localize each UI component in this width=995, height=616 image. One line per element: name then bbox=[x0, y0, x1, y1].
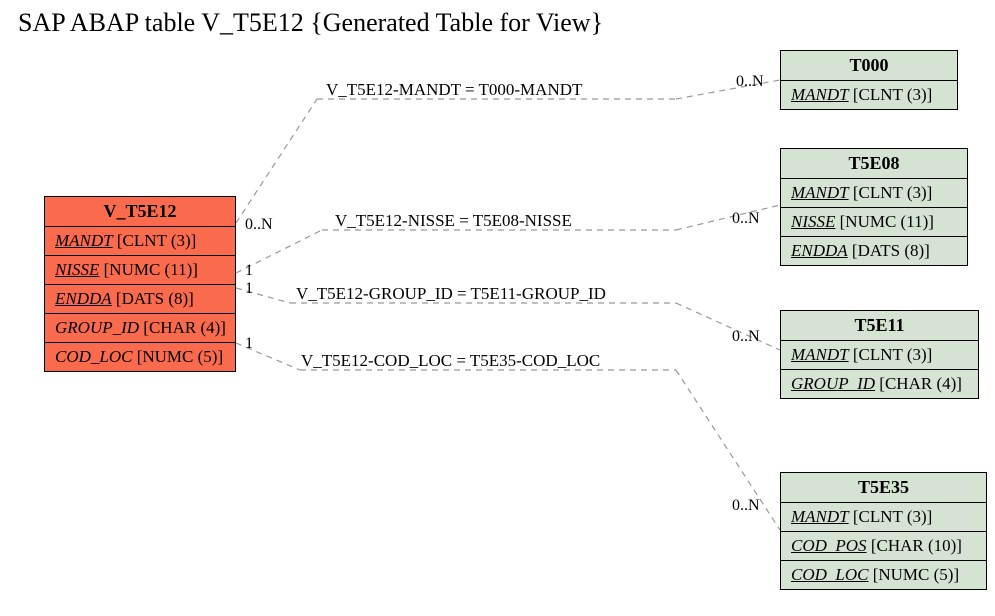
entity-field: NISSE [NUMC (11)] bbox=[45, 256, 235, 285]
entity-field: MANDT [CLNT (3)] bbox=[781, 81, 957, 109]
entity-header: T5E35 bbox=[781, 473, 986, 503]
entity-field: COD_POS [CHAR (10)] bbox=[781, 532, 986, 561]
entity-field: MANDT [CLNT (3)] bbox=[45, 227, 235, 256]
entity-field: ENDDA [DATS (8)] bbox=[45, 285, 235, 314]
relation-label: V_T5E12-COD_LOC = T5E35-COD_LOC bbox=[301, 351, 600, 371]
entity-header: T000 bbox=[781, 51, 957, 81]
cardinality-tgt: 0..N bbox=[736, 73, 764, 91]
cardinality-src: 1 bbox=[245, 280, 253, 298]
entity-t5e11: T5E11 MANDT [CLNT (3)] GROUP_ID [CHAR (4… bbox=[780, 310, 979, 399]
entity-header: T5E08 bbox=[781, 149, 967, 179]
entity-field: ENDDA [DATS (8)] bbox=[781, 237, 967, 265]
cardinality-tgt: 0..N bbox=[732, 210, 760, 228]
entity-field: MANDT [CLNT (3)] bbox=[781, 341, 978, 370]
cardinality-tgt: 0..N bbox=[732, 328, 760, 346]
relation-label: V_T5E12-MANDT = T000-MANDT bbox=[326, 80, 582, 100]
entity-field: NISSE [NUMC (11)] bbox=[781, 208, 967, 237]
entity-t5e35: T5E35 MANDT [CLNT (3)] COD_POS [CHAR (10… bbox=[780, 472, 987, 590]
entity-field: MANDT [CLNT (3)] bbox=[781, 179, 967, 208]
entity-field: GROUP_ID [CHAR (4)] bbox=[781, 370, 978, 398]
entity-v-t5e12: V_T5E12 MANDT [CLNT (3)] NISSE [NUMC (11… bbox=[44, 196, 236, 372]
cardinality-src: 1 bbox=[245, 262, 253, 280]
entity-field: COD_LOC [NUMC (5)] bbox=[45, 343, 235, 371]
cardinality-tgt: 0..N bbox=[732, 497, 760, 515]
entity-header: V_T5E12 bbox=[45, 197, 235, 227]
entity-field: GROUP_ID [CHAR (4)] bbox=[45, 314, 235, 343]
relation-label: V_T5E12-NISSE = T5E08-NISSE bbox=[335, 211, 572, 231]
entity-t5e08: T5E08 MANDT [CLNT (3)] NISSE [NUMC (11)]… bbox=[780, 148, 968, 266]
cardinality-src: 0..N bbox=[245, 216, 273, 234]
entity-field: MANDT [CLNT (3)] bbox=[781, 503, 986, 532]
entity-t000: T000 MANDT [CLNT (3)] bbox=[780, 50, 958, 110]
relation-label: V_T5E12-GROUP_ID = T5E11-GROUP_ID bbox=[296, 284, 606, 304]
entity-field: COD_LOC [NUMC (5)] bbox=[781, 561, 986, 589]
entity-header: T5E11 bbox=[781, 311, 978, 341]
diagram-title: SAP ABAP table V_T5E12 {Generated Table … bbox=[18, 8, 603, 38]
cardinality-src: 1 bbox=[245, 335, 253, 353]
